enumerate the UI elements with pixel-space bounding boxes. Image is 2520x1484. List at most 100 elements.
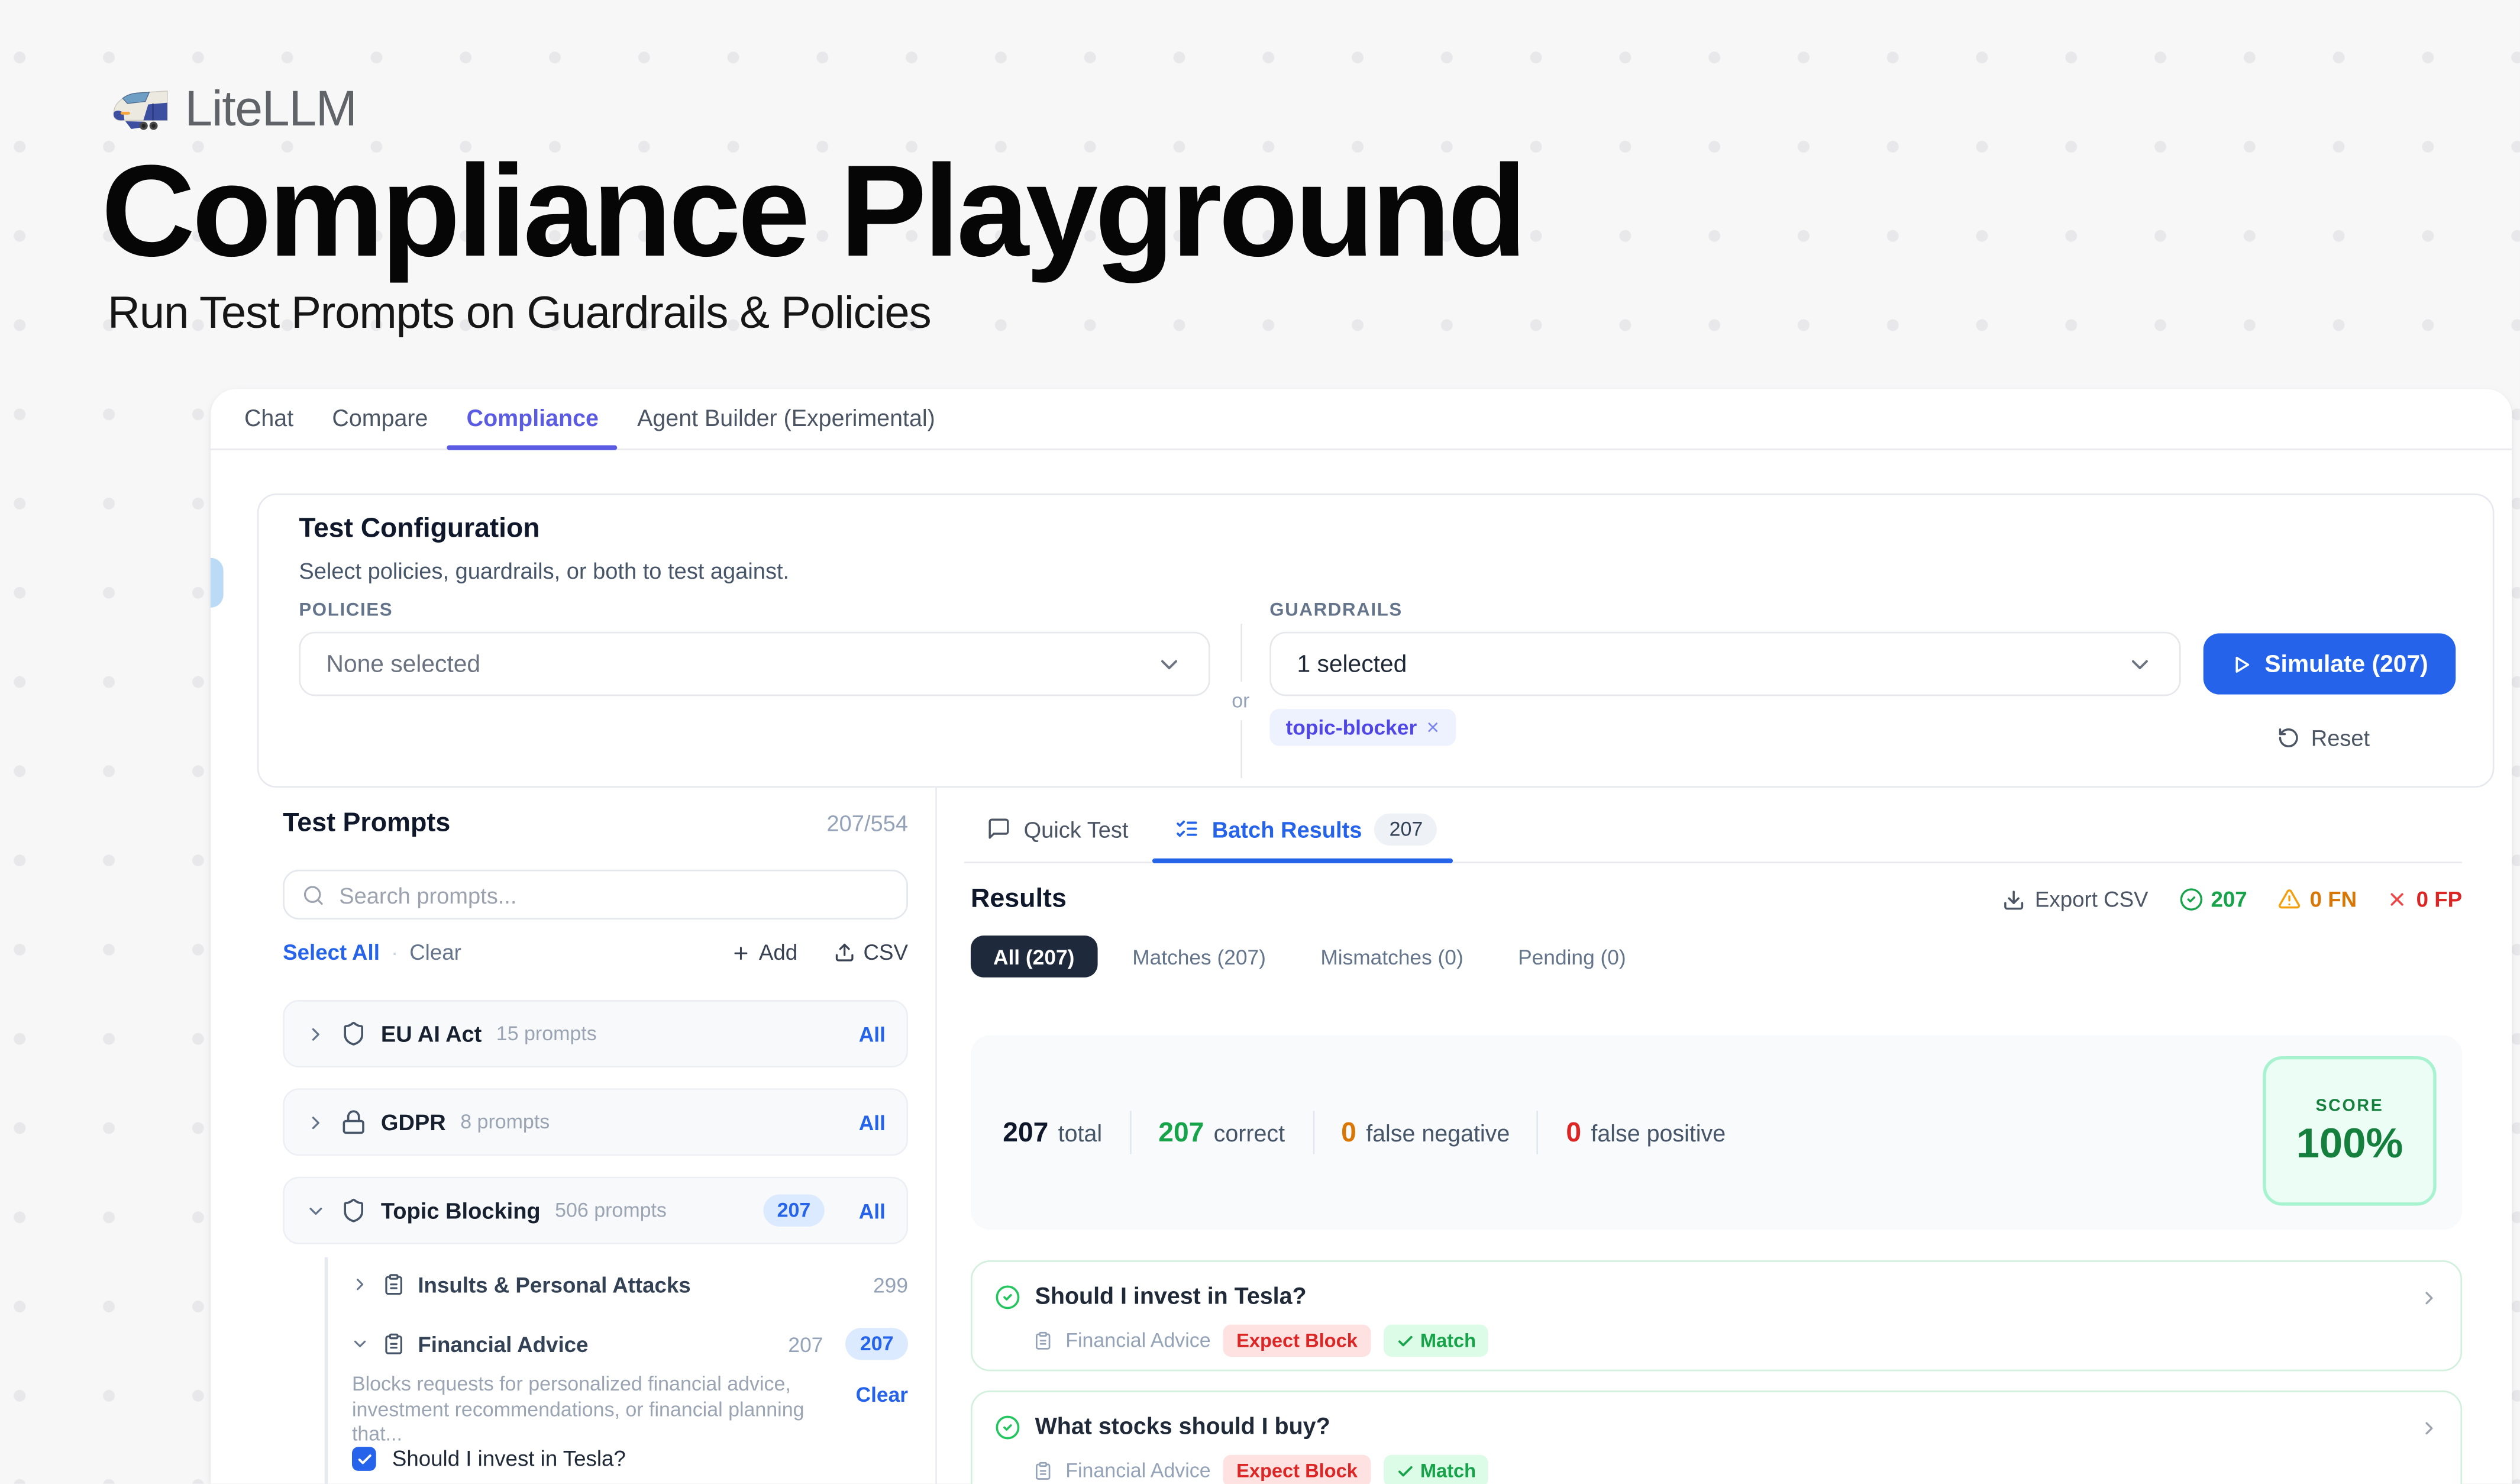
subcategory-count: 299 xyxy=(873,1272,908,1296)
test-configuration-title: Test Configuration xyxy=(299,513,539,545)
tree-indent-line xyxy=(325,1257,328,1484)
x-mark-icon xyxy=(2387,889,2408,909)
group-all-link[interactable]: All xyxy=(859,1022,886,1046)
speech-bubble-icon xyxy=(987,817,1011,841)
chip-close-icon[interactable]: × xyxy=(1426,715,1439,740)
reset-icon xyxy=(2277,727,2300,749)
check-icon xyxy=(1396,1462,1414,1480)
chevron-right-icon[interactable] xyxy=(305,1112,326,1133)
prompt-group-gdpr[interactable]: GDPR 8 prompts All xyxy=(283,1088,908,1156)
filter-pending[interactable]: Pending (0) xyxy=(1499,935,1646,977)
correct-stat: 207 correct xyxy=(1158,1117,1285,1149)
filter-all[interactable]: All (207) xyxy=(971,935,1097,977)
guardrails-select[interactable]: 1 selected xyxy=(1269,632,2180,696)
group-all-link[interactable]: All xyxy=(859,1110,886,1134)
result-category: Financial Advice xyxy=(1065,1460,1210,1482)
export-csv-button[interactable]: Export CSV xyxy=(2003,888,2149,912)
warning-triangle-icon xyxy=(2277,888,2302,912)
false-positive-value: 0 FP xyxy=(2416,888,2462,912)
brand-name: LiteLLM xyxy=(185,80,356,138)
clipboard-list-icon xyxy=(1033,1331,1053,1351)
circle-check-icon xyxy=(2179,888,2203,912)
batch-results-label: Batch Results xyxy=(1212,816,1362,841)
chevron-down-icon xyxy=(2126,650,2153,678)
group-selected-badge: 207 xyxy=(763,1195,825,1227)
clipboard-list-icon xyxy=(383,1273,405,1296)
guardrail-chip-topic-blocker[interactable]: topic-blocker × xyxy=(1269,709,1455,746)
or-divider-line xyxy=(1240,624,1242,682)
or-divider: or xyxy=(1225,624,1256,778)
chevron-down-icon[interactable] xyxy=(350,1334,370,1354)
prompt-group-topic-blocking[interactable]: Topic Blocking 506 prompts 207 All xyxy=(283,1177,908,1244)
add-prompt-button[interactable]: Add xyxy=(732,940,797,964)
circle-check-icon xyxy=(995,1285,1020,1310)
chevron-right-icon[interactable] xyxy=(305,1023,326,1044)
result-category: Financial Advice xyxy=(1065,1330,1210,1352)
tab-chat[interactable]: Chat xyxy=(225,389,312,449)
subcategory-financial-advice[interactable]: Financial Advice 207 207 xyxy=(350,1326,908,1362)
subcategory-clear-link[interactable]: Clear xyxy=(856,1382,908,1447)
subcategory-selected-badge: 207 xyxy=(845,1328,908,1360)
score-label: SCORE xyxy=(2266,1096,2434,1116)
tab-agent-builder[interactable]: Agent Builder (Experimental) xyxy=(618,389,955,449)
check-icon xyxy=(1396,1332,1414,1350)
result-row[interactable]: Should I invest in Tesla? Financial Advi… xyxy=(971,1260,2462,1371)
reset-button[interactable]: Reset xyxy=(2277,725,2370,750)
checked-checkbox[interactable] xyxy=(352,1447,376,1471)
false-positive-summary-stat: 0 false positive xyxy=(1566,1117,1726,1149)
chevron-right-icon[interactable] xyxy=(2419,1288,2440,1308)
shield-icon xyxy=(341,1021,366,1046)
add-button-label: Add xyxy=(759,940,797,964)
circle-check-icon xyxy=(995,1415,1020,1440)
policies-select[interactable]: None selected xyxy=(299,632,1210,696)
tab-batch-results[interactable]: Batch Results 207 xyxy=(1175,796,1437,862)
simulate-button[interactable]: Simulate (207) xyxy=(2204,633,2456,694)
chevron-right-icon[interactable] xyxy=(2419,1418,2440,1438)
plus-icon xyxy=(732,943,751,962)
main-card: Chat Compare Compliance Agent Builder (E… xyxy=(211,389,2512,1483)
top-tab-bar: Chat Compare Compliance Agent Builder (E… xyxy=(211,389,2512,450)
chevron-down-icon xyxy=(1155,650,1183,678)
chevron-down-icon[interactable] xyxy=(305,1200,326,1221)
shield-icon xyxy=(341,1198,366,1223)
page-subtitle: Run Test Prompts on Guardrails & Policie… xyxy=(108,288,931,339)
test-prompts-count: 207/554 xyxy=(826,810,907,835)
clipboard-list-icon xyxy=(1033,1462,1053,1481)
result-row[interactable]: What stocks should I buy? Financial Advi… xyxy=(971,1391,2462,1484)
subcategory-description: Blocks requests for personalized financi… xyxy=(352,1373,908,1447)
csv-button-label: CSV xyxy=(864,940,908,964)
prompt-search-box[interactable] xyxy=(283,870,908,920)
results-tab-bar: Quick Test Batch Results 207 xyxy=(964,796,2462,863)
reset-button-label: Reset xyxy=(2311,725,2370,750)
prompt-checkbox-row[interactable]: Should I invest in Tesla? xyxy=(352,1447,626,1471)
quick-test-label: Quick Test xyxy=(1024,816,1129,841)
test-configuration-section: Test Configuration Select policies, guar… xyxy=(257,493,2495,788)
chevron-right-icon[interactable] xyxy=(350,1275,370,1294)
tab-compare[interactable]: Compare xyxy=(313,389,447,449)
prompt-group-eu-ai-act[interactable]: EU AI Act 15 prompts All xyxy=(283,1000,908,1067)
search-icon xyxy=(302,883,325,906)
group-name: Topic Blocking xyxy=(381,1198,541,1223)
match-badge: Match xyxy=(1383,1455,1488,1484)
results-filter-bar: All (207) Matches (207) Mismatches (0) P… xyxy=(971,935,2462,977)
csv-upload-button[interactable]: CSV xyxy=(835,940,908,964)
clear-link[interactable]: Clear xyxy=(409,940,461,964)
filter-mismatches[interactable]: Mismatches (0) xyxy=(1301,935,1483,977)
select-all-link[interactable]: Select All xyxy=(283,940,380,964)
score-value: 100% xyxy=(2266,1119,2434,1169)
subcategory-insults[interactable]: Insults & Personal Attacks 299 xyxy=(350,1267,908,1302)
search-input[interactable] xyxy=(339,882,889,907)
expect-block-badge: Expect Block xyxy=(1223,1455,1370,1484)
passed-count-stat: 207 xyxy=(2179,888,2247,912)
match-badge: Match xyxy=(1383,1325,1488,1357)
summary-stats: 207 total 207 correct 0 false negative 0… xyxy=(1003,1035,1726,1230)
group-all-link[interactable]: All xyxy=(859,1198,886,1222)
filter-matches[interactable]: Matches (207) xyxy=(1113,935,1285,977)
upload-icon xyxy=(835,942,855,963)
score-box: SCORE 100% xyxy=(2263,1056,2436,1206)
compliance-playground-page: LiteLLM Compliance Playground Run Test P… xyxy=(0,0,2520,1484)
tab-compliance[interactable]: Compliance xyxy=(447,389,618,449)
tab-quick-test[interactable]: Quick Test xyxy=(987,796,1128,862)
prompt-actions-row: Select All · Clear Add CSV xyxy=(283,940,908,964)
batch-results-count-badge: 207 xyxy=(1375,812,1437,844)
